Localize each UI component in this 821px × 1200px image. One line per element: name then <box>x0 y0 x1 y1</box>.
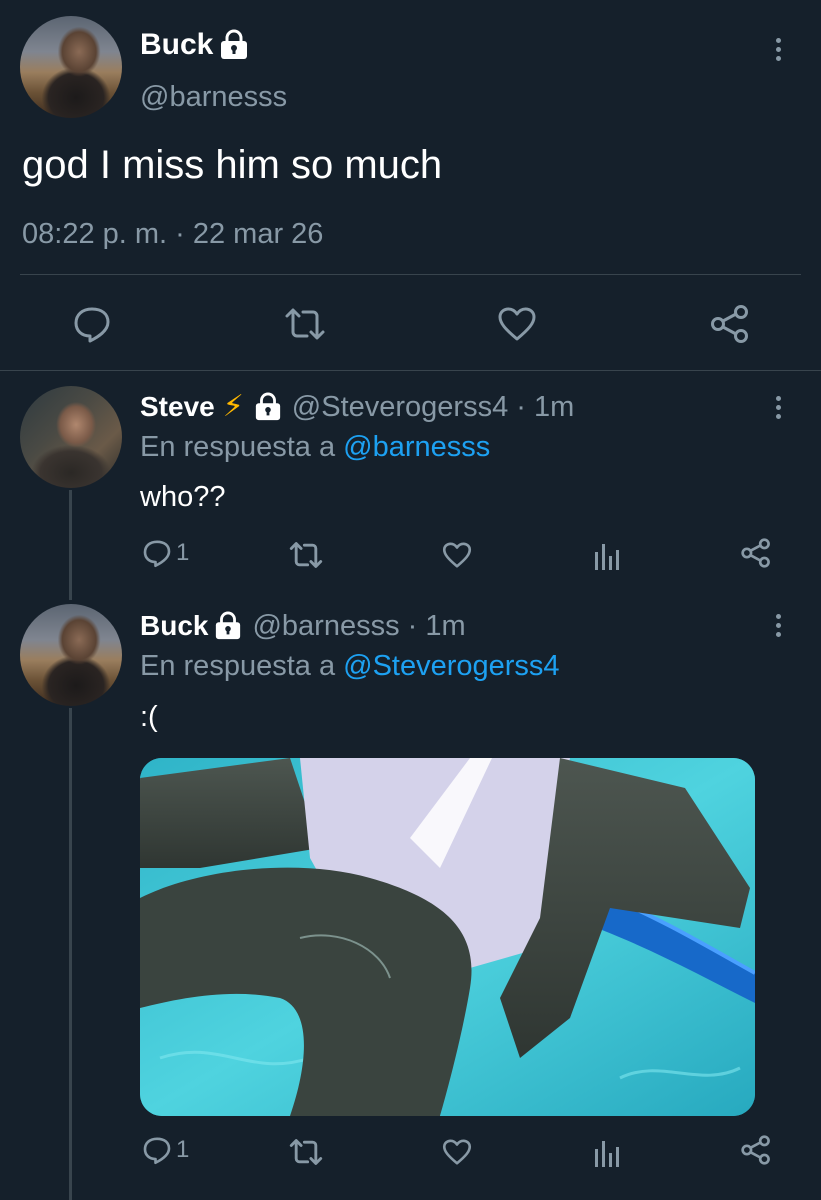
avatar[interactable] <box>20 386 122 488</box>
analytics-button[interactable] <box>594 540 620 570</box>
share-button[interactable] <box>740 1134 772 1166</box>
retweet-icon <box>285 308 325 340</box>
share-icon <box>741 538 770 568</box>
thread-line <box>69 490 72 600</box>
lock-icon <box>214 611 242 641</box>
more-options-icon[interactable] <box>768 38 788 61</box>
lightning-icon: ⚡ <box>222 390 244 423</box>
display-name[interactable]: Buck <box>140 609 208 643</box>
retweet-button[interactable] <box>288 1137 324 1167</box>
reply-button[interactable]: 1 <box>142 1135 189 1165</box>
reply-prefix: En respuesta a <box>140 431 336 463</box>
thread-line <box>69 708 72 1200</box>
share-button[interactable] <box>740 537 772 569</box>
retweet-icon <box>289 542 323 568</box>
tweet-text: god I miss him so much <box>22 143 443 187</box>
reply-icon <box>143 540 171 568</box>
reply-count: 1 <box>176 539 190 566</box>
heart-icon <box>442 542 472 568</box>
divider <box>0 370 821 371</box>
analytics-button[interactable] <box>594 1137 620 1167</box>
reply-icon <box>143 1137 171 1165</box>
photo-illustration <box>140 758 755 1116</box>
share-icon <box>711 305 748 343</box>
reply-context: En respuesta a @Steverogerss4 <box>140 649 560 683</box>
more-options-icon[interactable] <box>768 614 788 637</box>
analytics-icon <box>595 1141 619 1167</box>
author-handle[interactable]: @barnesss <box>140 80 287 114</box>
handle-and-time[interactable]: @Steverogerss4 · 1m <box>292 390 574 424</box>
attached-photo[interactable] <box>140 758 755 1116</box>
tweet-timestamp[interactable]: 08:22 p. m. · 22 mar 26 <box>22 217 323 251</box>
handle-and-time[interactable]: @barnesss · 1m <box>252 609 465 643</box>
reply-icon <box>74 307 110 343</box>
lock-icon <box>254 392 282 422</box>
divider <box>20 274 801 275</box>
retweet-button[interactable] <box>288 540 324 570</box>
share-button[interactable] <box>709 303 751 345</box>
display-name: Buck <box>140 28 214 61</box>
analytics-icon <box>595 544 619 570</box>
reply-prefix: En respuesta a <box>140 650 336 682</box>
like-button[interactable] <box>497 306 537 342</box>
reply-count: 1 <box>176 1136 190 1163</box>
reply-to-link[interactable]: @barnesss <box>343 431 490 463</box>
author-name-row[interactable]: Buck <box>140 28 249 62</box>
reply-to-link[interactable]: @Steverogerss4 <box>343 650 559 682</box>
reply-button[interactable] <box>72 305 112 343</box>
retweet-icon <box>289 1139 323 1165</box>
reply-context: En respuesta a @barnesss <box>140 430 490 464</box>
avatar[interactable] <box>20 16 122 118</box>
display-name[interactable]: Steve <box>140 390 215 424</box>
heart-icon <box>442 1139 472 1165</box>
reply-header: Buck @barnesss · 1m <box>140 609 466 643</box>
like-button[interactable] <box>442 541 472 569</box>
retweet-button[interactable] <box>283 306 327 342</box>
reply-text: who?? <box>140 481 226 513</box>
avatar[interactable] <box>20 604 122 706</box>
heart-icon <box>498 307 536 341</box>
reply-header: Steve ⚡ @Steverogerss4 · 1m <box>140 390 574 424</box>
more-options-icon[interactable] <box>768 396 788 419</box>
reply-button[interactable]: 1 <box>142 538 189 568</box>
lock-icon <box>219 29 249 61</box>
reply-text: :( <box>140 701 158 733</box>
like-button[interactable] <box>442 1138 472 1166</box>
share-icon <box>741 1135 770 1165</box>
